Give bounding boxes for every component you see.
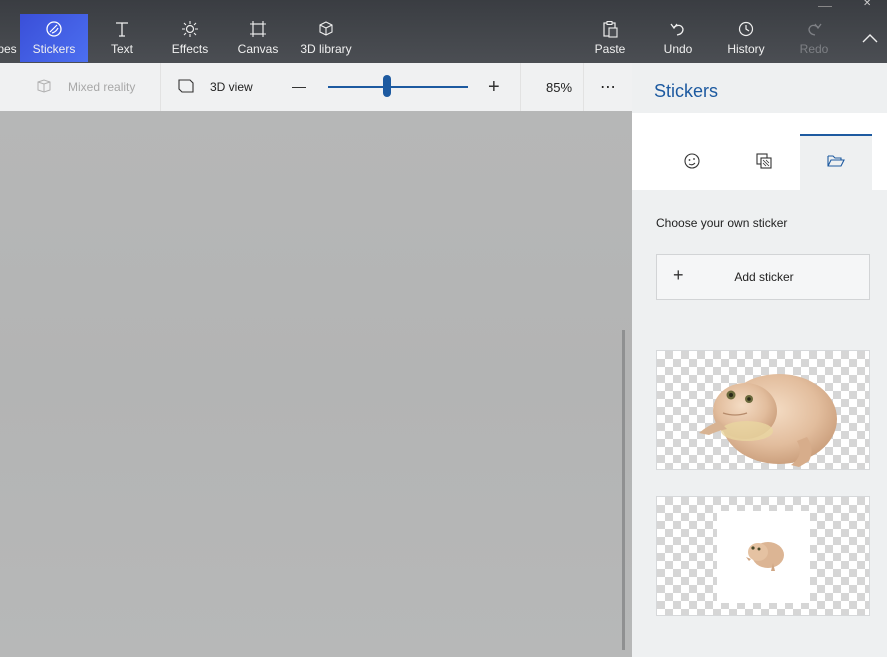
frog-sticker-small-image: [746, 542, 784, 571]
divider: [583, 63, 584, 111]
window-controls: ✕: [0, 0, 887, 9]
minimize-icon[interactable]: [818, 0, 832, 7]
panel-title: Stickers: [654, 81, 719, 101]
tab-textures-category[interactable]: [728, 136, 800, 190]
history-clock-icon: [737, 18, 755, 40]
choose-sticker-label: Choose your own sticker: [656, 216, 788, 230]
plus-icon: +: [488, 75, 500, 98]
redo-button[interactable]: Redo: [796, 14, 832, 62]
drawing-canvas[interactable]: [0, 111, 632, 657]
view-toolbar: Mixed reality 3D view + 85% ⋯: [0, 63, 632, 112]
cube-icon: [317, 18, 335, 40]
sticker-face-icon: [683, 152, 701, 175]
effects-sun-icon: [181, 18, 199, 40]
close-icon[interactable]: ✕: [863, 0, 871, 9]
tab-canvas[interactable]: Canvas: [234, 14, 282, 62]
zoom-level[interactable]: 85%: [546, 63, 572, 111]
zoom-in-button[interactable]: +: [488, 63, 500, 111]
collapse-ribbon-chevron-icon[interactable]: [862, 30, 878, 48]
zoom-slider[interactable]: [328, 75, 468, 97]
folder-open-icon: [827, 154, 845, 173]
add-sticker-button[interactable]: + Add sticker: [656, 254, 870, 300]
divider: [160, 63, 161, 111]
custom-sticker-frog-small[interactable]: [656, 496, 870, 616]
sticker-category-tabs: [632, 113, 887, 190]
minus-icon: [292, 86, 306, 88]
more-options-button[interactable]: ⋯: [600, 63, 617, 111]
text-icon: [113, 18, 131, 40]
textures-icon: [755, 152, 773, 175]
divider: [520, 63, 521, 111]
undo-button[interactable]: Undo: [658, 14, 698, 62]
history-button[interactable]: History: [722, 14, 770, 62]
mixed-reality-icon: [36, 78, 52, 96]
sticker-icon: [45, 18, 63, 40]
redo-icon: [805, 18, 823, 40]
mixed-reality-button[interactable]: Mixed reality: [36, 63, 135, 111]
zoom-slider-thumb[interactable]: [382, 75, 391, 97]
3d-view-button[interactable]: 3D view: [178, 63, 253, 111]
shapes-tab-partial[interactable]: pes: [0, 14, 20, 62]
canvas-crop-icon: [249, 18, 267, 40]
paste-icon: [601, 18, 619, 40]
3d-view-icon: [178, 78, 194, 96]
tab-custom-stickers[interactable]: [800, 134, 872, 190]
undo-icon: [669, 18, 687, 40]
tab-stickers[interactable]: Stickers: [20, 14, 88, 62]
custom-sticker-frog[interactable]: [656, 350, 870, 470]
more-dots-icon: ⋯: [600, 79, 617, 96]
stickers-panel: Stickers Choose your own sticker + Add s…: [632, 63, 887, 657]
top-ribbon: ✕ pes Stickers Text Effects Canvas 3D li…: [0, 0, 887, 63]
tab-text[interactable]: Text: [98, 14, 146, 62]
tab-3d-library[interactable]: 3D library: [296, 14, 356, 62]
tab-stickers-category[interactable]: [656, 136, 728, 190]
paste-button[interactable]: Paste: [590, 14, 630, 62]
tab-effects[interactable]: Effects: [164, 14, 216, 62]
zoom-out-button[interactable]: [292, 63, 306, 111]
frog-sticker-image: [699, 374, 837, 467]
vertical-scrollbar[interactable]: [622, 330, 625, 650]
